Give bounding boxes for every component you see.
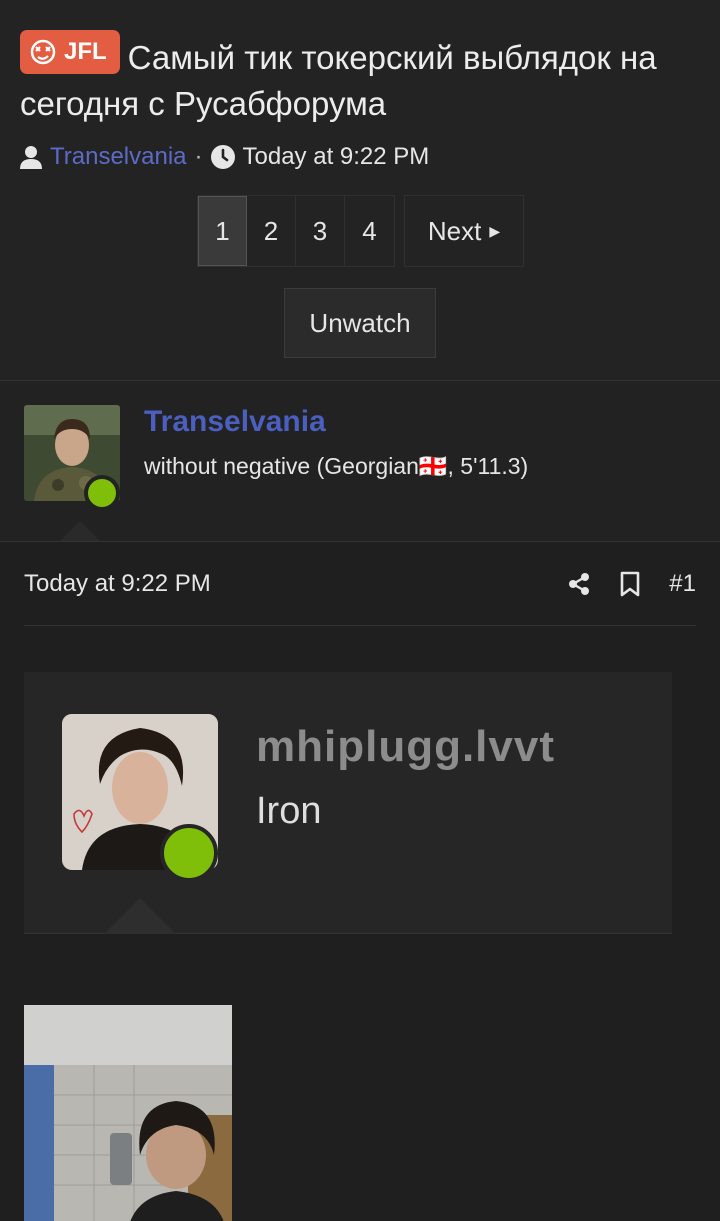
thread-author-link[interactable]: Transelvania	[50, 143, 187, 171]
thread-meta: Transelvania · Today at 9:22 PM	[20, 137, 700, 177]
page-4-button[interactable]: 4	[345, 196, 394, 266]
pagination: 1 2 3 4 Next ▶	[197, 195, 524, 267]
embed-message-arrow	[104, 898, 176, 934]
post-1: Today at 9:22 PM #1 mhiplugg.lvvt Iron	[0, 541, 720, 1221]
next-page-button[interactable]: Next ▶	[404, 195, 524, 267]
user-online-indicator	[84, 475, 120, 511]
embedded-profile-screenshot: mhiplugg.lvvt Iron	[24, 672, 672, 934]
post-number-link[interactable]: #1	[669, 570, 696, 598]
thread-prefix-badge[interactable]: JFL	[20, 30, 120, 74]
page-list: 1 2 3 4	[197, 195, 395, 267]
page-2-button[interactable]: 2	[247, 196, 296, 266]
unwatch-button[interactable]: Unwatch	[284, 288, 436, 358]
next-page-label: Next	[427, 215, 482, 246]
user-icon	[20, 146, 42, 170]
mirror-selfie-image	[24, 1005, 232, 1221]
share-icon[interactable]	[567, 572, 591, 596]
caret-right-icon: ▶	[489, 222, 501, 239]
post-header: Today at 9:22 PM #1	[24, 542, 696, 626]
clock-icon	[210, 145, 235, 170]
post-user-block: Transelvania without negative (Georgian🇬…	[0, 381, 720, 541]
post-username[interactable]: Transelvania	[144, 405, 326, 439]
thread-header: JFL Самый тик токерский выблядок на сего…	[0, 0, 720, 177]
attached-photo[interactable]	[24, 1005, 232, 1221]
post-date[interactable]: Today at 9:22 PM	[24, 570, 567, 598]
embed-user-title: Iron	[256, 790, 322, 832]
thread-title: JFL Самый тик токерский выблядок на сего…	[20, 30, 700, 127]
meta-separator: ·	[194, 143, 203, 171]
thread-time[interactable]: Today at 9:22 PM	[243, 143, 430, 171]
post-user-title: without negative (Georgian🇬🇪, 5'11.3)	[144, 453, 529, 479]
message-arrow	[60, 521, 100, 541]
page-3-button[interactable]: 3	[296, 196, 345, 266]
page-1-button[interactable]: 1	[198, 196, 247, 266]
embed-username: mhiplugg.lvvt	[256, 722, 555, 771]
thread-prefix-label: JFL	[64, 38, 107, 66]
embed-online-indicator	[160, 824, 218, 882]
dizzy-face-icon	[30, 39, 56, 65]
post-actions: #1	[567, 570, 696, 598]
bookmark-icon[interactable]	[619, 571, 641, 597]
